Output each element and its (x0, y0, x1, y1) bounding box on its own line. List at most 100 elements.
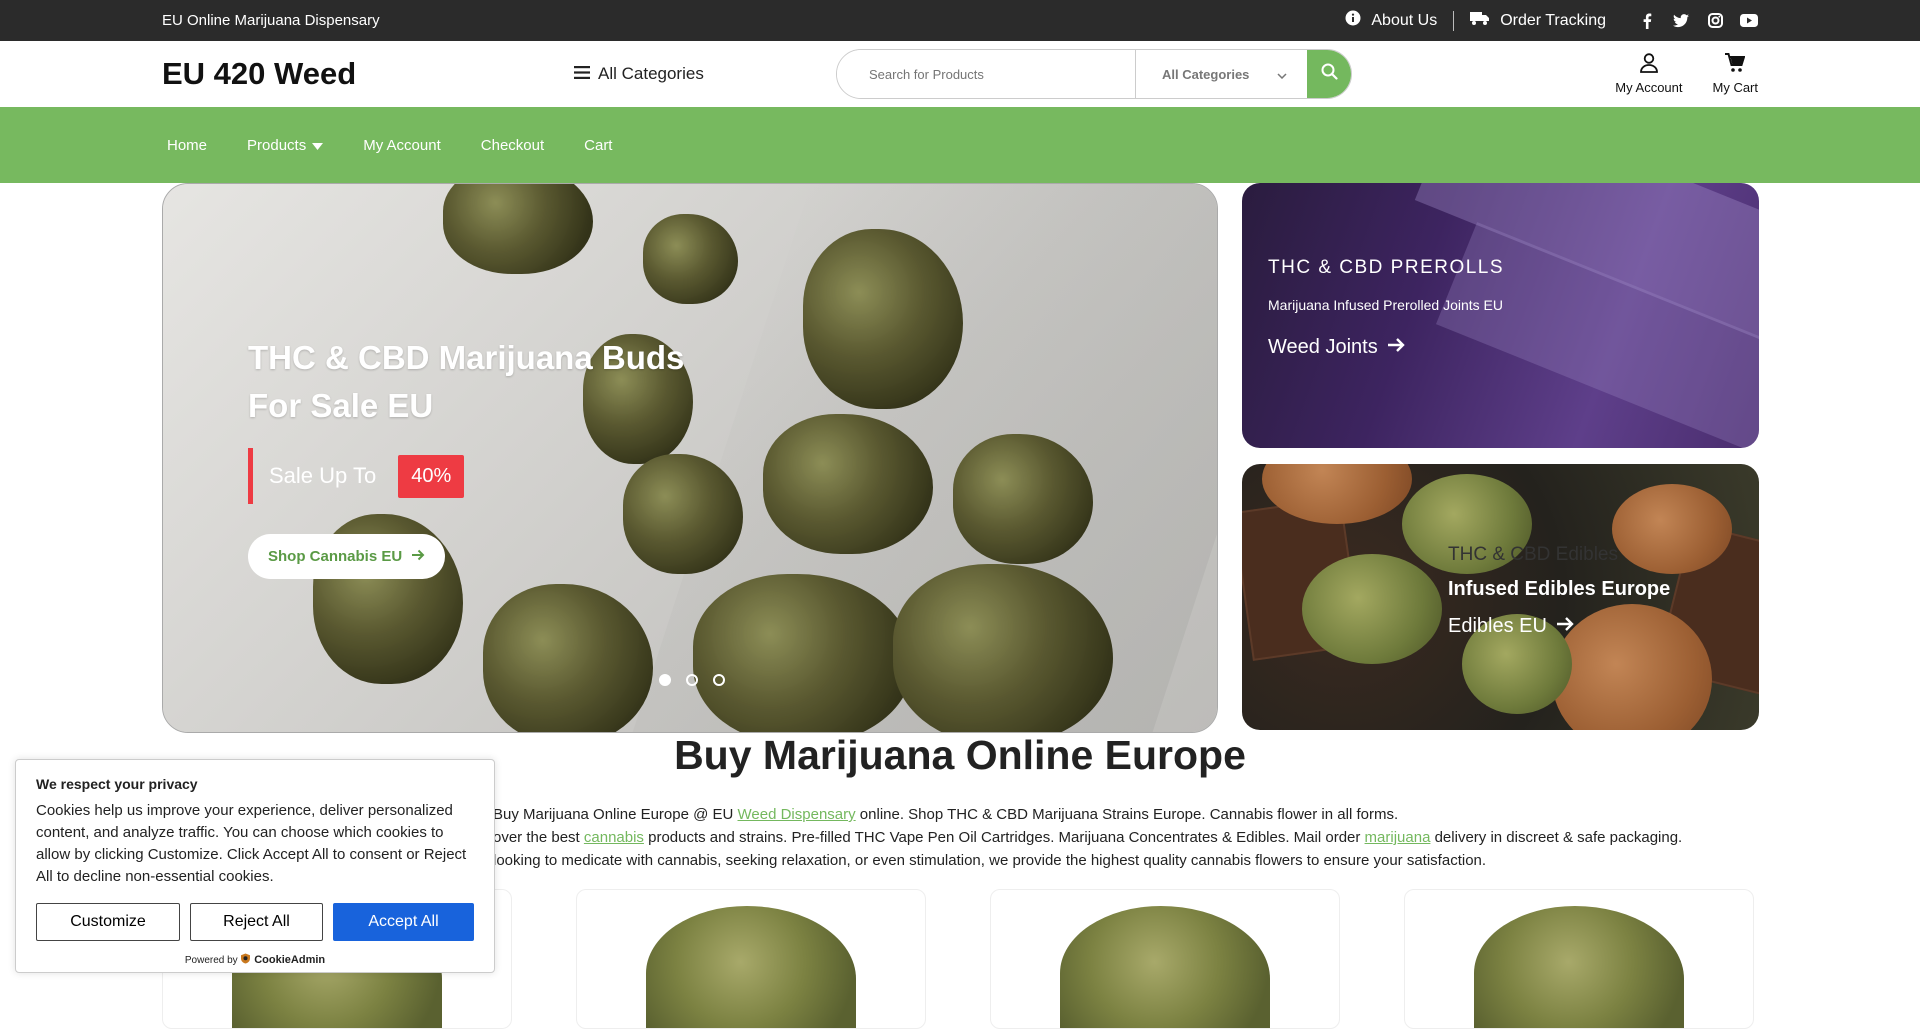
arrow-right-icon (1556, 615, 1575, 638)
cookie-buttons: Customize Reject All Accept All (36, 903, 474, 941)
cart-icon (1725, 53, 1746, 76)
my-account-label: My Account (1615, 80, 1683, 95)
search-button[interactable] (1307, 50, 1351, 98)
order-tracking-link[interactable]: Order Tracking (1470, 10, 1606, 31)
prerolls-title: THC & CBD PREROLLS (1268, 257, 1505, 278)
site-logo[interactable]: EU 420 Weed (162, 56, 574, 92)
intro-text-part: Buy Marijuana Online Europe @ EU (493, 806, 738, 823)
marijuana-link[interactable]: marijuana (1365, 829, 1431, 846)
intro-text-part: over the best (493, 829, 584, 846)
order-tracking-label: Order Tracking (1500, 11, 1606, 29)
tagline: EU Online Marijuana Dispensary (162, 12, 380, 29)
all-categories-menu[interactable]: All Categories (574, 64, 836, 84)
cookie-powered-by: Powered by CookieAdmin (36, 953, 474, 966)
edibles-subtitle: Infused Edibles Europe (1448, 578, 1671, 600)
arrow-right-icon (412, 548, 425, 565)
my-account-button[interactable]: My Account (1615, 53, 1683, 95)
hero-text: THC & CBD Marijuana Buds For Sale EU Sal… (248, 334, 708, 579)
sale-row: Sale Up To 40% (248, 448, 708, 504)
cannabis-link[interactable]: cannabis (584, 829, 644, 846)
hero-title: THC & CBD Marijuana Buds For Sale EU (248, 339, 685, 424)
about-us-link[interactable]: About Us (1345, 10, 1437, 31)
accept-all-button[interactable]: Accept All (333, 903, 474, 941)
social-links (1638, 12, 1758, 30)
youtube-icon[interactable] (1740, 12, 1758, 30)
product-card[interactable] (990, 889, 1340, 1029)
weed-joints-label: Weed Joints (1268, 336, 1378, 358)
nav-checkout[interactable]: Checkout (481, 137, 544, 154)
nav-cart[interactable]: Cart (584, 137, 612, 154)
caret-down-icon (312, 137, 324, 154)
twitter-icon[interactable] (1672, 12, 1690, 30)
cookie-text-customize: Customize (147, 846, 219, 863)
edibles-eu-link[interactable]: Edibles EU (1448, 615, 1670, 638)
site-header: EU 420 Weed All Categories All Categorie… (0, 41, 1920, 107)
intro-line-3: looking to medicate with cannabis, seeki… (493, 852, 1487, 869)
intro-text: Buy Marijuana Online Europe @ EU Weed Di… (493, 803, 1753, 872)
nav-products-label: Products (247, 136, 307, 154)
shop-cannabis-label: Shop Cannabis EU (268, 548, 403, 565)
search-input[interactable] (837, 50, 1135, 98)
customize-button[interactable]: Customize (36, 903, 180, 941)
slider-dot-2[interactable] (686, 674, 698, 686)
cookieadmin-brand: CookieAdmin (254, 954, 326, 966)
cookie-title: We respect your privacy (36, 776, 198, 792)
product-image (646, 906, 856, 1028)
divider (1453, 10, 1455, 31)
edibles-eu-label: Edibles EU (1448, 615, 1547, 637)
edibles-promo[interactable]: THC & CBD Edibles Infused Edibles Europe… (1242, 464, 1759, 730)
slider-dot-3[interactable] (713, 674, 725, 686)
intro-line-2: over the best cannabis products and stra… (493, 826, 1753, 849)
sale-text: Sale Up To (269, 463, 377, 488)
chevron-down-icon (1277, 67, 1287, 82)
all-categories-label: All Categories (598, 64, 704, 83)
weed-dispensary-link[interactable]: Weed Dispensary (738, 806, 856, 823)
nav-products[interactable]: Products (247, 136, 324, 154)
slider-dot-1[interactable] (659, 674, 671, 686)
prerolls-promo[interactable]: THC & CBD PREROLLS Marijuana Infused Pre… (1242, 183, 1759, 448)
arrow-right-icon (1387, 336, 1406, 359)
search-category-value: All Categories (1162, 66, 1250, 82)
weed-joints-link[interactable]: Weed Joints (1268, 336, 1508, 359)
shop-cannabis-button[interactable]: Shop Cannabis EU (248, 534, 446, 579)
info-icon (1345, 10, 1361, 31)
powered-by-label: Powered by (184, 955, 238, 966)
truck-icon (1470, 10, 1490, 31)
intro-text-part: products and strains. Pre-filled THC Vap… (643, 829, 1365, 846)
hero-section: THC & CBD Marijuana Buds For Sale EU Sal… (0, 183, 1920, 734)
main-nav: Home Products My Account Checkout Cart (0, 107, 1920, 183)
product-image (1474, 906, 1684, 1028)
slider-dots (659, 674, 725, 686)
search-bar: All Categories (836, 49, 1352, 99)
prerolls-subtitle: Marijuana Infused Prerolled Joints EU (1268, 297, 1504, 313)
cookie-text-accept: Accept All (262, 846, 329, 863)
about-us-label: About Us (1371, 11, 1438, 29)
header-actions: My Account My Cart (1615, 53, 1758, 95)
user-icon (1639, 53, 1658, 76)
my-cart-label: My Cart (1712, 80, 1759, 95)
intro-line-1: Buy Marijuana Online Europe @ EU Weed Di… (493, 803, 1753, 826)
edibles-promo-content: THC & CBD Edibles Infused Edibles Europe… (1448, 544, 1670, 638)
bud-image (1302, 554, 1442, 664)
cookie-text-part: . Click (218, 846, 263, 863)
product-card[interactable] (1404, 889, 1754, 1029)
top-bar: EU Online Marijuana Dispensary About Us … (0, 0, 1920, 41)
prerolls-promo-content: THC & CBD PREROLLS Marijuana Infused Pre… (1268, 257, 1508, 359)
product-card[interactable] (576, 889, 926, 1029)
my-cart-button[interactable]: My Cart (1712, 53, 1759, 95)
facebook-icon[interactable] (1638, 12, 1656, 30)
top-bar-right: About Us Order Tracking (1345, 10, 1758, 31)
nav-home[interactable]: Home (167, 137, 207, 154)
product-image (1060, 906, 1270, 1028)
nav-my-account[interactable]: My Account (363, 137, 441, 154)
reject-all-button[interactable]: Reject All (190, 903, 323, 941)
hero-slider[interactable]: THC & CBD Marijuana Buds For Sale EU Sal… (162, 183, 1218, 733)
intro-text-part: online. Shop THC & CBD Marijuana Strains… (855, 806, 1399, 823)
instagram-icon[interactable] (1706, 12, 1724, 30)
cookie-text: Cookies help us improve your experience,… (36, 800, 474, 888)
search-category-select[interactable]: All Categories (1135, 50, 1307, 98)
sale-badge: 40% (398, 454, 465, 498)
edibles-title: THC & CBD Edibles (1448, 544, 1618, 565)
search-icon (1321, 63, 1338, 85)
intro-text-part: delivery in discreet & safe packaging. (1430, 829, 1683, 846)
